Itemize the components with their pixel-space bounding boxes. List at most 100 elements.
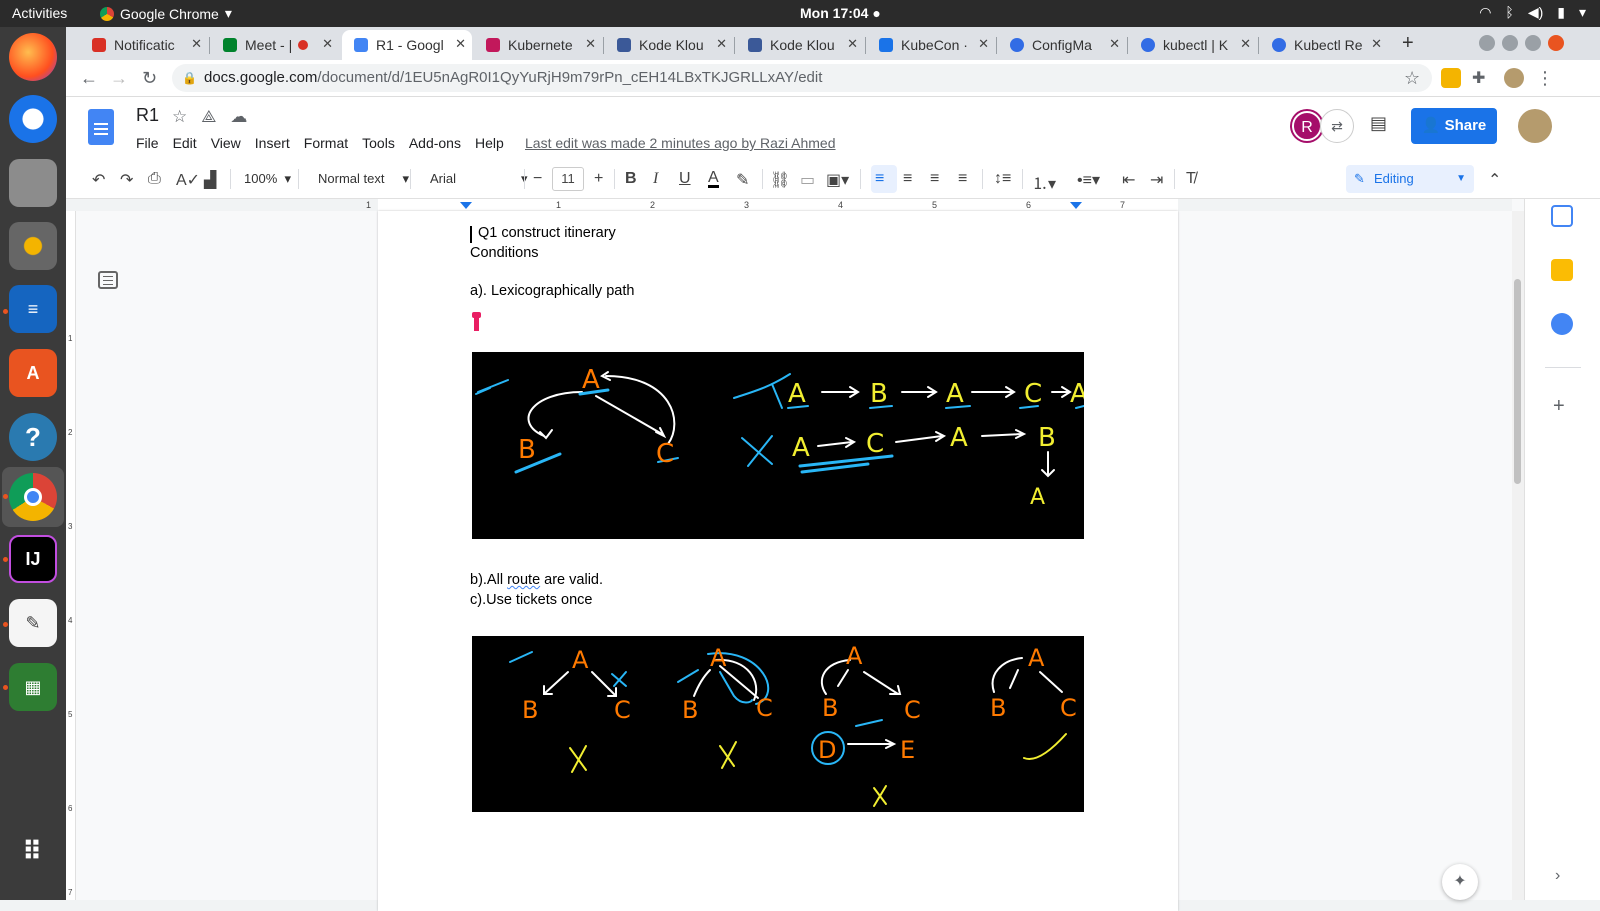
writer-icon[interactable]: ≡ — [9, 285, 57, 333]
tab-kubernetes[interactable]: Kubernete ✕ — [474, 30, 602, 60]
document-title[interactable]: R1 — [136, 105, 159, 126]
minimize-button[interactable] — [1502, 35, 1518, 51]
highlight-color-icon[interactable]: ✎ — [736, 170, 749, 190]
close-icon[interactable]: ✕ — [716, 36, 727, 52]
close-icon[interactable]: ✕ — [1371, 36, 1382, 52]
show-apps-icon[interactable]: ⠿ — [9, 827, 57, 875]
rhythmbox-icon[interactable] — [9, 222, 57, 270]
bulleted-list-icon[interactable]: •≡▾ — [1077, 170, 1100, 190]
extensions-puzzle-icon[interactable]: ✚ — [1472, 68, 1485, 88]
menu-tools[interactable]: Tools — [362, 135, 395, 151]
firefox-icon[interactable] — [9, 33, 57, 81]
align-center-icon[interactable]: ≡ — [903, 170, 912, 188]
editing-mode-select[interactable]: ✎ Editing ▼ — [1346, 165, 1474, 193]
tab-notifications[interactable]: Notificatic ✕ — [80, 30, 208, 60]
last-edit-link[interactable]: Last edit was made 2 minutes ago by Razi… — [525, 135, 836, 151]
reload-icon[interactable]: ↻ — [142, 68, 157, 89]
comment-history-icon[interactable]: ▤ — [1370, 113, 1387, 134]
account-avatar[interactable] — [1518, 109, 1552, 143]
system-tray[interactable]: ◠ ᛒ ◀) ▮ ▾ — [1479, 4, 1586, 21]
numbered-list-icon[interactable]: ⒈▾ — [1032, 170, 1056, 194]
tab-r1-docs[interactable]: R1 - Googl ✕ — [342, 30, 472, 60]
tab-configmap[interactable]: ConfigMa ✕ — [998, 30, 1126, 60]
menu-addons[interactable]: Add-ons — [409, 135, 461, 151]
profile-avatar-small[interactable] — [1504, 68, 1524, 88]
tab-kubectl[interactable]: kubectl | K ✕ — [1129, 30, 1257, 60]
vertical-ruler[interactable]: 1 2 3 4 5 6 7 — [66, 211, 76, 900]
horizontal-ruler[interactable]: 1 1 2 3 4 5 6 7 — [66, 199, 1512, 211]
app-menu[interactable]: Google Chrome ▾ — [100, 5, 232, 22]
calendar-icon[interactable] — [1551, 205, 1573, 227]
forward-icon[interactable]: → — [110, 68, 128, 89]
redo-icon[interactable]: ↷ — [120, 170, 133, 190]
text-color-icon[interactable]: A — [708, 170, 719, 188]
increase-font-size-icon[interactable]: + — [594, 170, 603, 188]
menu-kebab-icon[interactable]: ⋮ — [1536, 68, 1554, 89]
help-icon[interactable]: ? — [9, 413, 57, 461]
justify-icon[interactable]: ≡ — [958, 170, 967, 188]
share-button[interactable]: 👤 Share — [1411, 108, 1497, 144]
close-icon[interactable]: ✕ — [978, 36, 989, 52]
star-icon[interactable]: ☆ — [172, 107, 187, 127]
extension-icon[interactable] — [1441, 68, 1461, 88]
line-spacing-icon[interactable]: ↕≡ — [994, 170, 1011, 188]
insert-link-icon[interactable]: ⛓ — [770, 170, 790, 190]
bookmark-star-icon[interactable]: ☆ — [1404, 68, 1420, 89]
style-select[interactable]: Normal text ▾ — [318, 171, 409, 187]
tab-meet[interactable]: Meet - | ✕ — [211, 30, 339, 60]
scrollbar-thumb[interactable] — [1514, 279, 1521, 484]
move-to-folder-icon[interactable]: ⟁ — [201, 107, 216, 127]
doc-line-condition-c[interactable]: c).Use tickets once — [470, 592, 593, 608]
sketch-image-1[interactable]: A B C A B A C A A C A B A — [472, 352, 1084, 539]
vertical-scrollbar[interactable] — [1512, 211, 1524, 900]
menu-format[interactable]: Format — [304, 135, 348, 151]
decrease-indent-icon[interactable]: ⇤ — [1122, 170, 1135, 190]
cloud-saved-icon[interactable]: ☁ — [230, 107, 247, 127]
address-input[interactable]: 🔒 docs.google.com/document/d/1EU5nAgR0I1… — [172, 64, 1432, 92]
underline-icon[interactable]: U — [679, 170, 691, 188]
expand-panel-icon[interactable]: › — [1555, 867, 1560, 885]
doc-line-conditions[interactable]: Conditions — [470, 245, 539, 261]
collaborator-avatar[interactable]: R — [1292, 111, 1322, 141]
meeting-presence-icon[interactable]: ⇄ — [1320, 109, 1354, 143]
align-right-icon[interactable]: ≡ — [930, 170, 939, 188]
decrease-font-size-icon[interactable]: − — [533, 170, 542, 188]
close-icon[interactable]: ✕ — [322, 36, 333, 52]
sketch-image-2[interactable]: A B C A B C A B C A B C D E — [472, 636, 1084, 812]
print-icon[interactable]: ⎙ — [148, 170, 161, 188]
close-window-button[interactable] — [1548, 35, 1564, 51]
maximize-button[interactable] — [1525, 35, 1541, 51]
menu-edit[interactable]: Edit — [173, 135, 197, 151]
align-left-icon[interactable]: ≡ — [875, 170, 884, 188]
close-icon[interactable]: ✕ — [1109, 36, 1120, 52]
font-select[interactable]: Arial ▾ — [430, 171, 528, 187]
back-icon[interactable]: ← — [80, 68, 98, 89]
menu-help[interactable]: Help — [475, 135, 504, 151]
tab-kubecon[interactable]: KubeCon · ✕ — [867, 30, 995, 60]
italic-icon[interactable]: I — [653, 170, 658, 188]
tab-search-button[interactable] — [1479, 35, 1495, 51]
chrome-dock-icon[interactable] — [9, 473, 57, 521]
zoom-select[interactable]: 100% ▾ — [244, 171, 291, 187]
doc-line-condition-b[interactable]: b).All route are valid. — [470, 572, 603, 588]
files-icon[interactable] — [9, 159, 57, 207]
close-icon[interactable]: ✕ — [455, 36, 466, 52]
close-icon[interactable]: ✕ — [1240, 36, 1251, 52]
explore-icon[interactable]: ✦ — [1442, 864, 1478, 900]
docs-logo-icon[interactable] — [88, 109, 114, 145]
clear-formatting-icon[interactable]: T̸ — [1186, 170, 1196, 188]
menu-view[interactable]: View — [211, 135, 241, 151]
spellcheck-underlined-word[interactable]: route — [507, 572, 540, 588]
clock[interactable]: Mon 17:04 ● — [800, 5, 881, 21]
insert-image-icon[interactable]: ▣▾ — [826, 170, 849, 190]
close-icon[interactable]: ✕ — [191, 36, 202, 52]
thunderbird-icon[interactable] — [9, 95, 57, 143]
bold-icon[interactable]: B — [625, 170, 637, 188]
new-tab-button[interactable]: + — [1402, 32, 1414, 55]
increase-indent-icon[interactable]: ⇥ — [1150, 170, 1163, 190]
undo-icon[interactable]: ↶ — [92, 170, 105, 190]
paint-format-icon[interactable]: ▟ — [204, 170, 216, 190]
font-size-input[interactable]: 11 — [552, 167, 584, 191]
close-icon[interactable]: ✕ — [585, 36, 596, 52]
document-page[interactable]: Q1 construct itinerary Conditions a). Le… — [378, 211, 1178, 911]
